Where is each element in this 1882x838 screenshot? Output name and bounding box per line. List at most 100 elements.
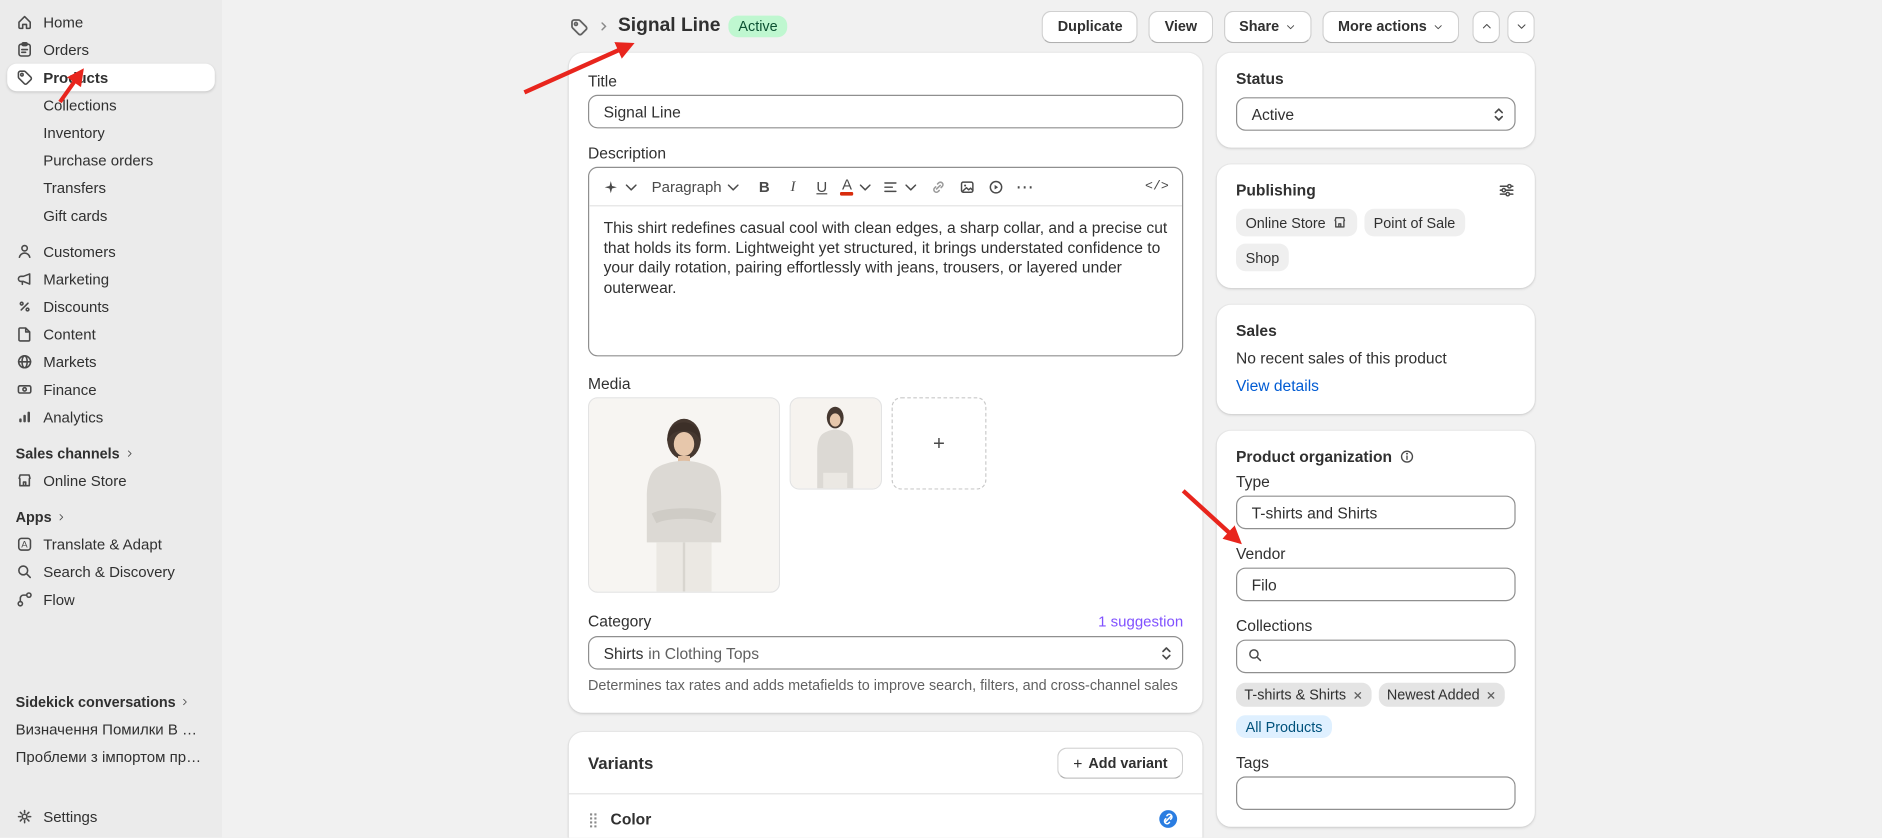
sidebar-item-purchase-orders[interactable]: Purchase orders: [7, 146, 215, 174]
markets-globe-icon: [16, 353, 34, 371]
content-icon: [16, 325, 34, 343]
sidebar-item-content[interactable]: Content: [7, 320, 215, 348]
alignment-button[interactable]: [879, 172, 923, 201]
category-suggestion-link[interactable]: 1 suggestion: [1098, 613, 1183, 630]
sidebar-item-discounts[interactable]: Discounts: [7, 293, 215, 321]
variants-card: Variants + Add variant ⣿ Color: [568, 732, 1203, 838]
sales-channels-section-header[interactable]: Sales channels: [7, 439, 215, 467]
share-button[interactable]: Share: [1223, 10, 1312, 43]
channel-pill-shop[interactable]: Shop: [1236, 243, 1289, 272]
vendor-input[interactable]: [1236, 567, 1516, 602]
paragraph-style-dropdown[interactable]: Paragraph: [644, 172, 749, 201]
drag-handle-icon[interactable]: ⣿: [588, 811, 599, 828]
select-updown-icon: [1159, 644, 1173, 666]
previous-product-button[interactable]: [1472, 10, 1500, 43]
type-input[interactable]: [1236, 495, 1516, 530]
link-button[interactable]: [924, 172, 952, 201]
duplicate-button[interactable]: Duplicate: [1042, 10, 1139, 43]
collection-tag: T-shirts & Shirts: [1236, 682, 1372, 707]
status-select[interactable]: Active: [1236, 97, 1516, 131]
view-details-link[interactable]: View details: [1236, 377, 1319, 395]
sidebar-item-transfers[interactable]: Transfers: [7, 174, 215, 202]
more-actions-button[interactable]: More actions: [1322, 10, 1460, 43]
storefront-icon: [1332, 215, 1348, 231]
status-heading: Status: [1236, 69, 1284, 88]
customers-icon: [16, 242, 34, 260]
sidebar-item-inventory[interactable]: Inventory: [7, 119, 215, 147]
collections-search-input[interactable]: [1236, 639, 1516, 674]
title-label: Title: [588, 72, 617, 90]
sidebar-item-markets[interactable]: Markets: [7, 348, 215, 376]
next-product-button[interactable]: [1507, 10, 1535, 43]
info-icon[interactable]: [1399, 449, 1415, 465]
sidekick-conversation-item[interactable]: Проблеми з імпортом продук...: [7, 743, 215, 771]
orders-icon: [16, 41, 34, 59]
sidebar-item-customers[interactable]: Customers: [7, 238, 215, 266]
sidebar-item-gift-cards[interactable]: Gift cards: [7, 202, 215, 230]
product-photo-small[interactable]: [789, 397, 883, 490]
publishing-card: Publishing Online Store Point of Sale Sh…: [1216, 164, 1535, 288]
chevron-down-icon: [1433, 21, 1444, 32]
linked-metafield-icon[interactable]: [1158, 809, 1178, 829]
sidebar-item-label: Orders: [43, 41, 90, 59]
sidebar-item-search-discovery[interactable]: Search & Discovery: [7, 558, 215, 586]
add-variant-button[interactable]: + Add variant: [1057, 747, 1184, 779]
sidebar-item-collections[interactable]: Collections: [7, 91, 215, 119]
chevron-up-icon: [1480, 20, 1492, 32]
magic-wand-button[interactable]: [599, 172, 643, 201]
rich-text-editor: Paragraph B I U A ⋯ </> This shirt redef…: [588, 166, 1184, 357]
code-view-button[interactable]: </>: [1141, 172, 1172, 201]
main-area: Signal Line Active Duplicate View Share …: [222, 0, 1882, 838]
sidebar-item-products[interactable]: Products: [7, 63, 215, 92]
sidebar-item-label: Home: [43, 13, 84, 31]
adjustments-icon[interactable]: [1498, 181, 1516, 199]
product-photo-large[interactable]: [588, 397, 781, 593]
description-textarea[interactable]: This shirt redefines casual cool with cl…: [589, 206, 1182, 355]
page-header: Signal Line Active Duplicate View Share …: [569, 0, 1535, 53]
italic-button[interactable]: I: [779, 172, 807, 201]
view-button[interactable]: View: [1148, 10, 1213, 43]
sidebar-item-online-store[interactable]: Online Store: [7, 467, 215, 495]
chevron-right-icon: [180, 693, 190, 710]
add-media-tile[interactable]: +: [891, 397, 987, 490]
category-select[interactable]: Shirts in Clothing Tops: [588, 636, 1184, 670]
underline-button[interactable]: U: [808, 172, 836, 201]
publishing-heading: Publishing: [1236, 181, 1316, 200]
channel-pill-online-store[interactable]: Online Store: [1236, 208, 1357, 237]
insert-video-button[interactable]: [982, 172, 1010, 201]
remove-tag-icon[interactable]: [1352, 689, 1363, 700]
search-icon: [16, 563, 34, 581]
remove-tag-icon[interactable]: [1486, 689, 1497, 700]
more-formatting-button[interactable]: ⋯: [1011, 172, 1039, 201]
sidebar-item-marketing[interactable]: Marketing: [7, 265, 215, 293]
sidebar-item-translate-adapt[interactable]: A Translate & Adapt: [7, 530, 215, 558]
title-input[interactable]: [588, 94, 1184, 129]
chevron-right-icon: [124, 445, 134, 462]
category-label: Category: [588, 612, 652, 630]
vendor-label: Vendor: [1236, 544, 1286, 563]
sidebar-item-settings[interactable]: Settings: [7, 803, 215, 831]
auto-collection-pill[interactable]: All Products: [1236, 715, 1333, 738]
sidebar-item-home[interactable]: Home: [7, 8, 215, 36]
bold-button[interactable]: B: [750, 172, 778, 201]
gear-icon: [16, 808, 34, 826]
variant-option-name: Color: [610, 810, 652, 829]
text-color-button[interactable]: A: [837, 172, 878, 201]
sidekick-conversations-header[interactable]: Sidekick conversations: [7, 688, 215, 716]
description-label: Description: [588, 144, 667, 162]
collections-label: Collections: [1236, 616, 1313, 635]
sidebar-item-flow[interactable]: Flow: [7, 586, 215, 614]
finance-icon: [16, 380, 34, 398]
apps-section-header[interactable]: Apps: [7, 503, 215, 531]
sidebar-item-finance[interactable]: Finance: [7, 376, 215, 404]
channel-pill-point-of-sale[interactable]: Point of Sale: [1364, 208, 1465, 237]
analytics-icon: [16, 408, 34, 426]
tags-input[interactable]: [1236, 776, 1516, 811]
sidebar-item-analytics[interactable]: Analytics: [7, 403, 215, 431]
sidebar-item-orders[interactable]: Orders: [7, 36, 215, 64]
products-tag-icon: [16, 68, 34, 86]
insert-image-button[interactable]: [953, 172, 981, 201]
sidebar: Home Orders Products Collections Invento…: [0, 0, 223, 838]
sidekick-conversation-item[interactable]: Визначення Помилки В Масо...: [7, 715, 215, 743]
variant-option-row[interactable]: ⣿ Color: [569, 794, 1203, 837]
